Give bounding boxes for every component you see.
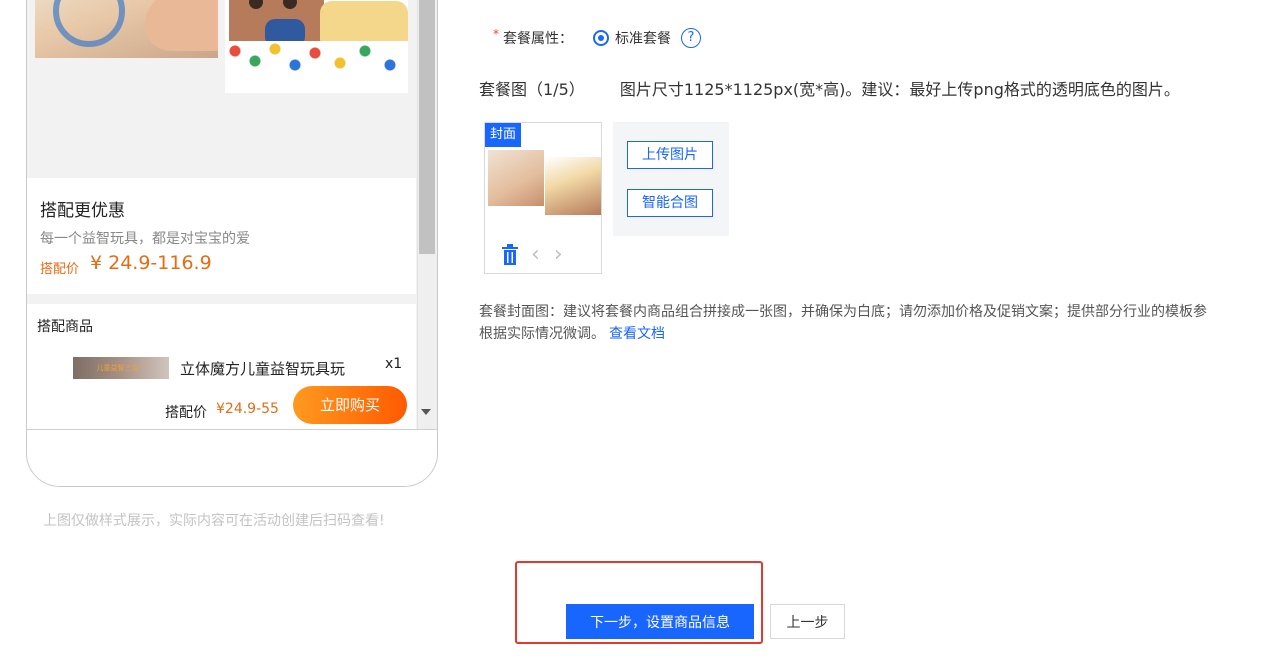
- items-title: 搭配商品: [37, 319, 93, 335]
- thumbnail-image-part: [545, 157, 601, 215]
- item-thumbnail: 儿童益智三合一: [73, 357, 169, 379]
- item-price-label: 搭配价: [165, 405, 207, 421]
- promo-subtitle: 每一个益智玩具，都是对宝宝的爱: [40, 231, 250, 247]
- item-quantity: x1: [385, 356, 403, 372]
- product-image-right: [225, 0, 408, 93]
- phone-preview: 搭配更优惠 每一个益智玩具，都是对宝宝的爱 搭配价 ¥ 24.9-116.9 搭…: [26, 0, 438, 487]
- cover-tip-line: 套餐封面图：建议将套餐内商品组合拼接成一张图，并确保为白底；请勿添加价格及促销文…: [479, 304, 1207, 320]
- package-image-thumbnail[interactable]: 封面 ‹ ›: [484, 122, 602, 274]
- thumbnail-image-part: [488, 150, 544, 206]
- chevron-left-icon[interactable]: ‹: [531, 244, 540, 266]
- help-circle-icon[interactable]: ?: [681, 28, 701, 48]
- thumbnail-tools: ‹ ›: [501, 243, 591, 267]
- radio-standard-package[interactable]: [593, 30, 609, 46]
- buy-now-button[interactable]: 立即购买: [293, 386, 407, 424]
- trash-icon[interactable]: [501, 244, 519, 266]
- product-image-detail: [53, 0, 125, 47]
- cover-badge: 封面: [485, 123, 521, 147]
- package-image-hint: 图片尺寸1125*1125px(宽*高)。建议：最好上传png格式的透明底色的图…: [619, 80, 1180, 99]
- product-image-left: [35, 0, 218, 58]
- bundle-promo-card: 搭配更优惠 每一个益智玩具，都是对宝宝的爱 搭配价 ¥ 24.9-116.9: [27, 178, 416, 294]
- next-step-button[interactable]: 下一步，设置商品信息: [566, 604, 754, 639]
- promo-price-label: 搭配价: [40, 262, 80, 277]
- page: 搭配更优惠 每一个益智玩具，都是对宝宝的爱 搭配价 ¥ 24.9-116.9 搭…: [0, 0, 1280, 656]
- cover-tip-text: 根据实际情况微调。: [479, 326, 605, 342]
- cover-tip-line: 根据实际情况微调。 查看文档: [479, 323, 1279, 345]
- previous-step-button[interactable]: 上一步: [770, 604, 845, 639]
- item-price: ¥24.9-55: [216, 401, 279, 417]
- product-image-detail: [225, 41, 408, 93]
- smart-compose-button[interactable]: 智能合图: [627, 189, 713, 217]
- item-name: 立体魔方儿童益智玩具玩: [180, 360, 346, 378]
- attribute-label: 套餐属性：: [503, 31, 573, 47]
- scroll-down-arrow-icon[interactable]: [421, 409, 431, 415]
- phone-scrollbar[interactable]: [417, 0, 437, 429]
- upload-panel: 上传图片 智能合图: [613, 122, 729, 236]
- preview-note: 上图仅做样式展示，实际内容可在活动创建后扫码查看!: [43, 513, 385, 529]
- package-attribute-row: * 套餐属性： 标准套餐 ?: [493, 24, 701, 52]
- phone-screen: 搭配更优惠 每一个益智玩具，都是对宝宝的爱 搭配价 ¥ 24.9-116.9 搭…: [27, 0, 417, 429]
- required-star: *: [493, 27, 499, 41]
- phone-chin: [27, 430, 437, 486]
- cover-tip: 套餐封面图：建议将套餐内商品组合拼接成一张图，并确保为白底；请勿添加价格及促销文…: [479, 301, 1279, 345]
- package-image-title: 套餐图（1/5）: [479, 80, 585, 99]
- package-image-header: 套餐图（1/5） 图片尺寸1125*1125px(宽*高)。建议：最好上传png…: [479, 76, 1180, 100]
- view-docs-link[interactable]: 查看文档: [609, 326, 665, 342]
- product-image-detail: [145, 0, 218, 51]
- radio-label[interactable]: 标准套餐: [615, 28, 671, 48]
- upload-image-button[interactable]: 上传图片: [627, 141, 713, 169]
- chevron-right-icon[interactable]: ›: [554, 244, 563, 266]
- promo-title: 搭配更优惠: [40, 201, 125, 221]
- bundle-items-card: 搭配商品 儿童益智三合一 立体魔方儿童益智玩具玩 x1 搭配价 ¥24.9-55…: [27, 304, 416, 429]
- scrollbar-thumb[interactable]: [419, 0, 435, 254]
- promo-price: ¥ 24.9-116.9: [90, 252, 212, 274]
